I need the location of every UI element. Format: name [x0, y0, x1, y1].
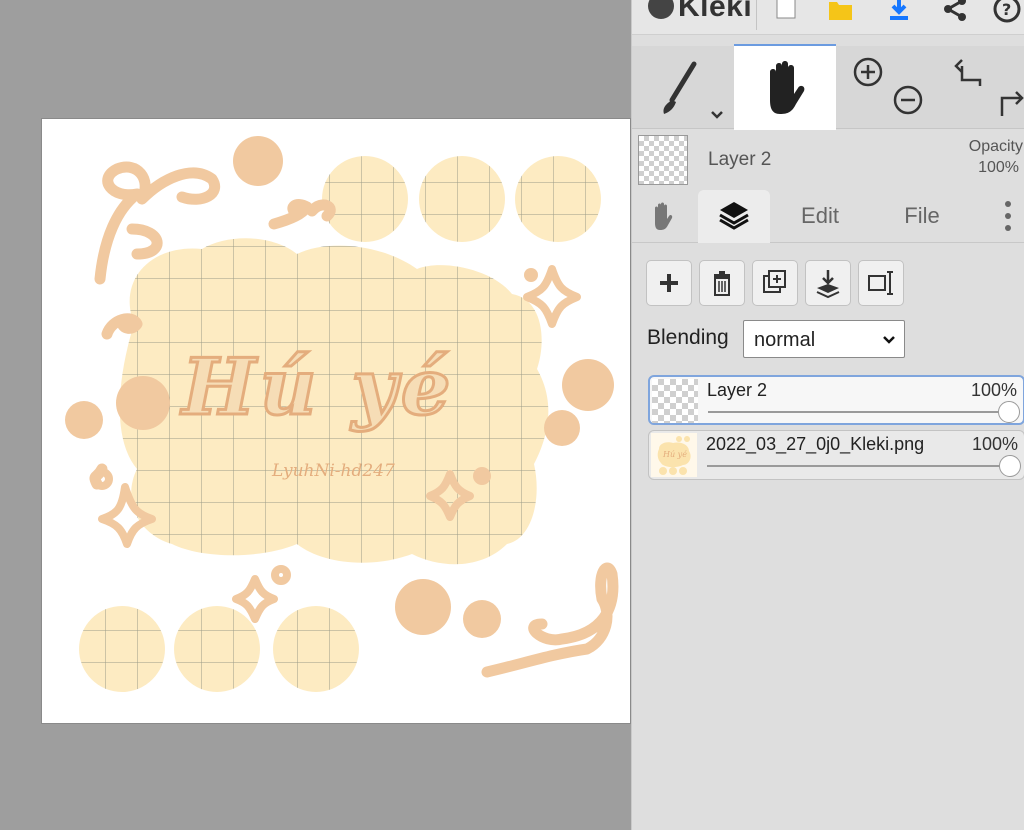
layer-opacity: 100% — [970, 380, 1017, 400]
grid-circle — [273, 606, 359, 692]
duplicate-layer-icon — [763, 270, 786, 293]
tab-layers[interactable] — [698, 190, 770, 243]
artwork: Hú yé LyuhNi-hd247 — [65, 136, 619, 692]
svg-text:Hú yé: Hú yé — [662, 450, 687, 459]
grid-circle — [174, 606, 260, 692]
redo-icon — [1000, 91, 1024, 116]
duplicate-layer-button[interactable] — [752, 260, 798, 306]
layer-name: Layer 2 — [707, 380, 768, 400]
layer-opacity: 100% — [971, 434, 1018, 454]
tool-row — [632, 44, 1024, 130]
layer-opacity-slider[interactable] — [708, 401, 1020, 423]
kleki-logo-icon — [648, 0, 674, 20]
grid-circle — [419, 156, 505, 242]
brush-tool-button[interactable] — [632, 46, 732, 128]
panel-tabs: Edit File — [632, 190, 1024, 243]
side-panel: Kleki ? Layer 2 Opacity 100% Edit File B… — [631, 0, 1024, 830]
tab-file[interactable]: File — [878, 190, 966, 242]
svg-text:?: ? — [1002, 0, 1011, 19]
tab-edit[interactable]: Edit — [782, 190, 858, 242]
artwork-thumbnail: Hú yé — [657, 436, 691, 475]
artwork-title: Hú yé — [180, 342, 455, 433]
delete-layer-icon — [714, 271, 730, 296]
open-folder-icon[interactable] — [825, 0, 855, 24]
add-layer-button[interactable] — [646, 260, 692, 306]
delete-layer-button[interactable] — [699, 260, 745, 306]
undo-icon — [954, 59, 982, 86]
current-layer-info: Layer 2 Opacity 100% — [632, 128, 1024, 190]
zoom-in-icon — [853, 57, 883, 87]
app-name: Kleki — [678, 0, 753, 23]
grid-circle — [515, 156, 601, 242]
blending-mode-select[interactable]: normal — [743, 320, 905, 358]
zoom-tool-button[interactable] — [838, 46, 928, 128]
layers-icon — [719, 202, 749, 230]
layer-item[interactable]: Hú yé 2022_03_27_0j0_Kleki.png 100% — [648, 430, 1024, 480]
zoom-icon — [853, 57, 923, 115]
kebab-menu-icon — [1005, 201, 1011, 231]
blending-label: Blending — [647, 326, 729, 349]
layer-thumbnail: Hú yé — [651, 433, 697, 477]
new-image-icon[interactable] — [770, 0, 800, 24]
chevron-down-icon — [883, 336, 895, 344]
opacity-label: Opacity — [968, 138, 1023, 155]
blending-mode-value: normal — [754, 329, 816, 351]
more-menu-button[interactable] — [994, 190, 1022, 242]
layer-opacity-slider[interactable] — [707, 455, 1021, 477]
drawing-canvas[interactable]: Hú yé LyuhNi-hd247 — [42, 119, 630, 723]
help-icon[interactable]: ? — [992, 0, 1022, 24]
rename-layer-button[interactable] — [858, 260, 904, 306]
grid-circle — [79, 606, 165, 692]
rename-layer-icon — [868, 271, 893, 295]
hand-tool-button[interactable] — [734, 44, 836, 130]
slider-handle[interactable] — [999, 455, 1021, 477]
workspace[interactable]: Hú yé LyuhNi-hd247 — [0, 0, 631, 830]
undo-redo-icon — [954, 59, 1024, 116]
layer-item[interactable]: Layer 2 100% — [648, 375, 1024, 425]
undo-redo-buttons[interactable] — [932, 46, 1024, 128]
brush-icon — [663, 61, 723, 119]
current-layer-name: Layer 2 — [708, 149, 772, 170]
zoom-out-icon — [893, 85, 923, 115]
app-logo[interactable]: Kleki — [648, 0, 752, 24]
hand-icon — [655, 202, 673, 230]
layer-name: 2022_03_27_0j0_Kleki.png — [706, 434, 925, 454]
merge-down-button[interactable] — [805, 260, 851, 306]
download-icon[interactable] — [884, 0, 914, 24]
grid-circle — [322, 156, 408, 242]
share-icon[interactable] — [940, 0, 970, 24]
slider-handle[interactable] — [998, 401, 1020, 423]
hand-icon — [770, 61, 805, 114]
merge-down-icon — [816, 270, 840, 299]
top-bar: Kleki ? — [632, 0, 1024, 35]
add-layer-icon — [660, 274, 678, 292]
tab-hand[interactable] — [632, 190, 698, 242]
current-layer-thumbnail — [638, 135, 688, 185]
artwork-signature: LyuhNi-hd247 — [271, 461, 395, 481]
layer-thumbnail — [652, 379, 698, 423]
opacity-value[interactable]: 100% — [978, 159, 1019, 177]
